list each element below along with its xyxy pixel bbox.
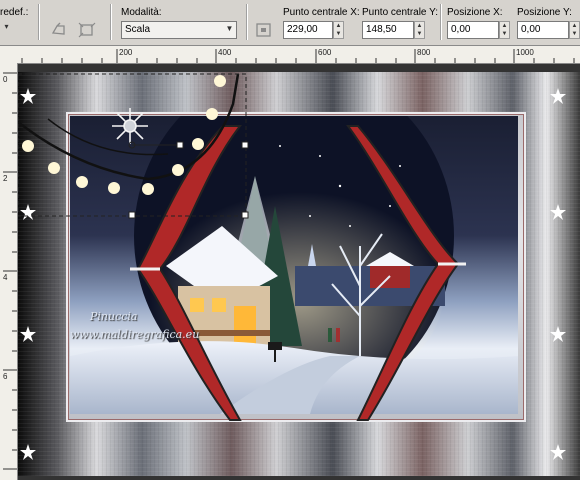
center-y-value: 148,50 [366, 24, 397, 35]
center-y-spinner[interactable]: ▲ ▼ [414, 21, 425, 39]
toolbar-separator [246, 4, 248, 40]
side-handle[interactable] [128, 211, 136, 219]
toolbar-separator [110, 4, 112, 40]
position-y-label: Posizione Y: [517, 7, 572, 18]
toolbar-separator [440, 4, 442, 40]
mode-select[interactable]: Scala [121, 21, 237, 39]
ruler-label: 800 [417, 48, 431, 57]
preset-dropdown-icon[interactable]: ▾ [0, 19, 13, 35]
ruler-ticks [3, 72, 17, 470]
position-y-spinner[interactable]: ▲ ▼ [569, 21, 580, 39]
transform-selection-box[interactable] [18, 64, 580, 480]
chevron-down-icon[interactable]: ▼ [223, 21, 236, 37]
position-x-input[interactable]: 0,00 [447, 21, 499, 39]
side-handle[interactable] [241, 141, 249, 149]
ruler-label: 1000 [516, 48, 534, 57]
vertical-ruler[interactable]: 0 2 4 6 [0, 63, 18, 480]
center-x-value: 229,00 [287, 24, 318, 35]
preset-label: redef.: [0, 7, 29, 18]
ruler-label: 2 [3, 174, 8, 183]
center-x-spinner[interactable]: ▲ ▼ [333, 21, 344, 39]
rotate-icon[interactable] [48, 20, 70, 40]
ruler-label: 4 [3, 273, 8, 282]
ruler-label: 400 [218, 48, 232, 57]
ruler-ticks [21, 49, 575, 63]
position-y-value: 0,00 [521, 24, 541, 35]
toolbar-separator [38, 4, 40, 40]
mode-value: Scala [125, 24, 151, 35]
center-y-label: Punto centrale Y: [362, 7, 438, 18]
center-y-input[interactable]: 148,50 [362, 21, 414, 39]
position-x-spinner[interactable]: ▲ ▼ [499, 21, 510, 39]
position-x-value: 0,00 [451, 24, 471, 35]
center-x-input[interactable]: 229,00 [283, 21, 333, 39]
transform-icon[interactable] [76, 20, 98, 40]
ruler-label: 200 [119, 48, 133, 57]
position-y-input[interactable]: 0,00 [517, 21, 569, 39]
ruler-label: 600 [318, 48, 332, 57]
corner-handle[interactable] [241, 211, 249, 219]
tool-options-bar: redef.: ▾ Modalità: Scala ▼ Punto centra… [0, 0, 580, 46]
position-x-label: Posizione X: [447, 7, 503, 18]
center-point-icon[interactable] [253, 20, 275, 40]
rotation-handle-knob[interactable] [176, 141, 184, 149]
image-canvas[interactable]: Pinuccia www.maldiregrafica.eu [18, 64, 580, 480]
horizontal-ruler[interactable]: 200 400 600 800 1000 [0, 46, 580, 64]
mode-label: Modalità: [121, 7, 162, 18]
center-x-label: Punto centrale X: [283, 7, 360, 18]
ruler-label: 0 [3, 75, 8, 84]
ruler-label: 6 [3, 372, 8, 381]
